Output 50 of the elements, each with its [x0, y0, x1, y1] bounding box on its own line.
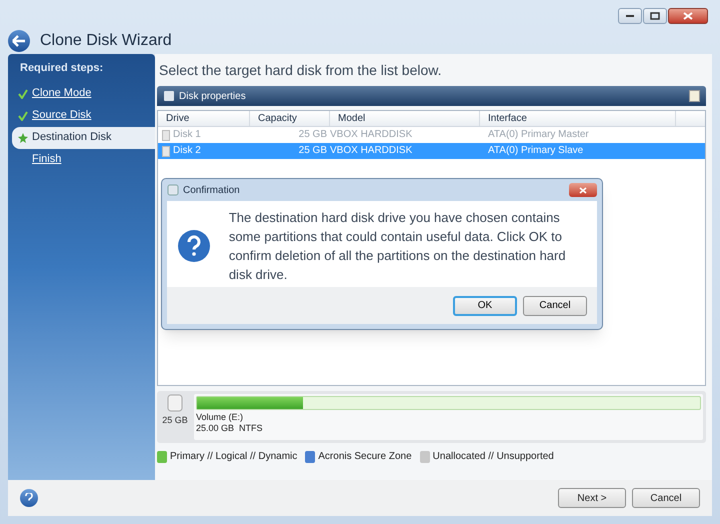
- table-cell-text: 25 GB: [298, 144, 327, 158]
- dialog-message: The destination hard disk drive you have chosen contains some partitions that could contain useful data. Click OK to confirm deletion of all the partitions on the destination hard disk drive.: [228, 209, 567, 284]
- step-item[interactable]: Finish: [12, 148, 155, 170]
- back-button[interactable]: [8, 30, 30, 52]
- volume-block[interactable]: Volume (E:) 25.00 GB NTFS: [194, 394, 703, 440]
- dialog-button[interactable]: OK: [453, 296, 517, 316]
- wizard-button[interactable]: Next >: [558, 488, 626, 508]
- volume-label: Volume (E:): [196, 412, 244, 423]
- minimize-icon: [625, 14, 635, 18]
- column-header[interactable]: Interface: [480, 111, 676, 126]
- table-cell-text: 25 GB: [298, 128, 327, 142]
- legend-label: Primary // Logical // Dynamic: [170, 450, 298, 464]
- step-item[interactable]: Destination Disk: [12, 126, 155, 148]
- legend-label: Unallocated // Unsupported: [432, 450, 554, 464]
- legend-label: Acronis Secure Zone: [318, 450, 412, 464]
- instruction-text: Select the target hard disk from the list below.: [159, 61, 442, 80]
- column-header[interactable]: Model: [330, 111, 480, 126]
- maximize-icon: [650, 12, 660, 20]
- table-cell-text: ATA(0) Primary Slave: [488, 144, 584, 158]
- panel-header: Disk properties: [157, 86, 706, 106]
- disk-size: 25 GB: [162, 414, 188, 427]
- column-header[interactable]: Drive: [158, 111, 250, 126]
- table-cell-text: VBOX HARDDISK: [330, 144, 412, 158]
- close-button[interactable]: [668, 8, 708, 24]
- close-icon: [579, 186, 587, 194]
- maximize-button[interactable]: [643, 8, 667, 24]
- star-icon: [18, 132, 28, 142]
- window-title: Clone Disk Wizard: [40, 31, 172, 51]
- wizard-button[interactable]: Cancel: [632, 488, 700, 508]
- question-icon: [25, 493, 33, 503]
- table-cell-text: VBOX HARDDISK: [330, 128, 412, 142]
- close-button[interactable]: [569, 183, 597, 197]
- arrow-left-icon: [12, 35, 26, 47]
- check-icon: [18, 110, 28, 120]
- minimize-button[interactable]: [618, 8, 642, 24]
- dialog-title: Confirmation: [183, 184, 241, 198]
- sidebar-heading: Required steps:: [20, 61, 104, 76]
- step-item[interactable]: Clone Mode: [12, 82, 155, 104]
- dialog-button[interactable]: Cancel: [523, 296, 587, 316]
- volume-details: 25.00 GB NTFS: [196, 423, 264, 434]
- table-cell-text: Disk 2: [173, 144, 201, 158]
- check-icon: [18, 88, 28, 98]
- question-icon: [177, 229, 211, 263]
- column-header[interactable]: Capacity: [250, 111, 330, 126]
- step-item[interactable]: Source Disk: [12, 104, 155, 126]
- table-cell-text: Disk 1: [173, 128, 201, 142]
- document-icon: [689, 90, 700, 102]
- close-icon: [683, 12, 693, 20]
- help-button[interactable]: [20, 489, 38, 507]
- table-cell-text: ATA(0) Primary Master: [488, 128, 589, 142]
